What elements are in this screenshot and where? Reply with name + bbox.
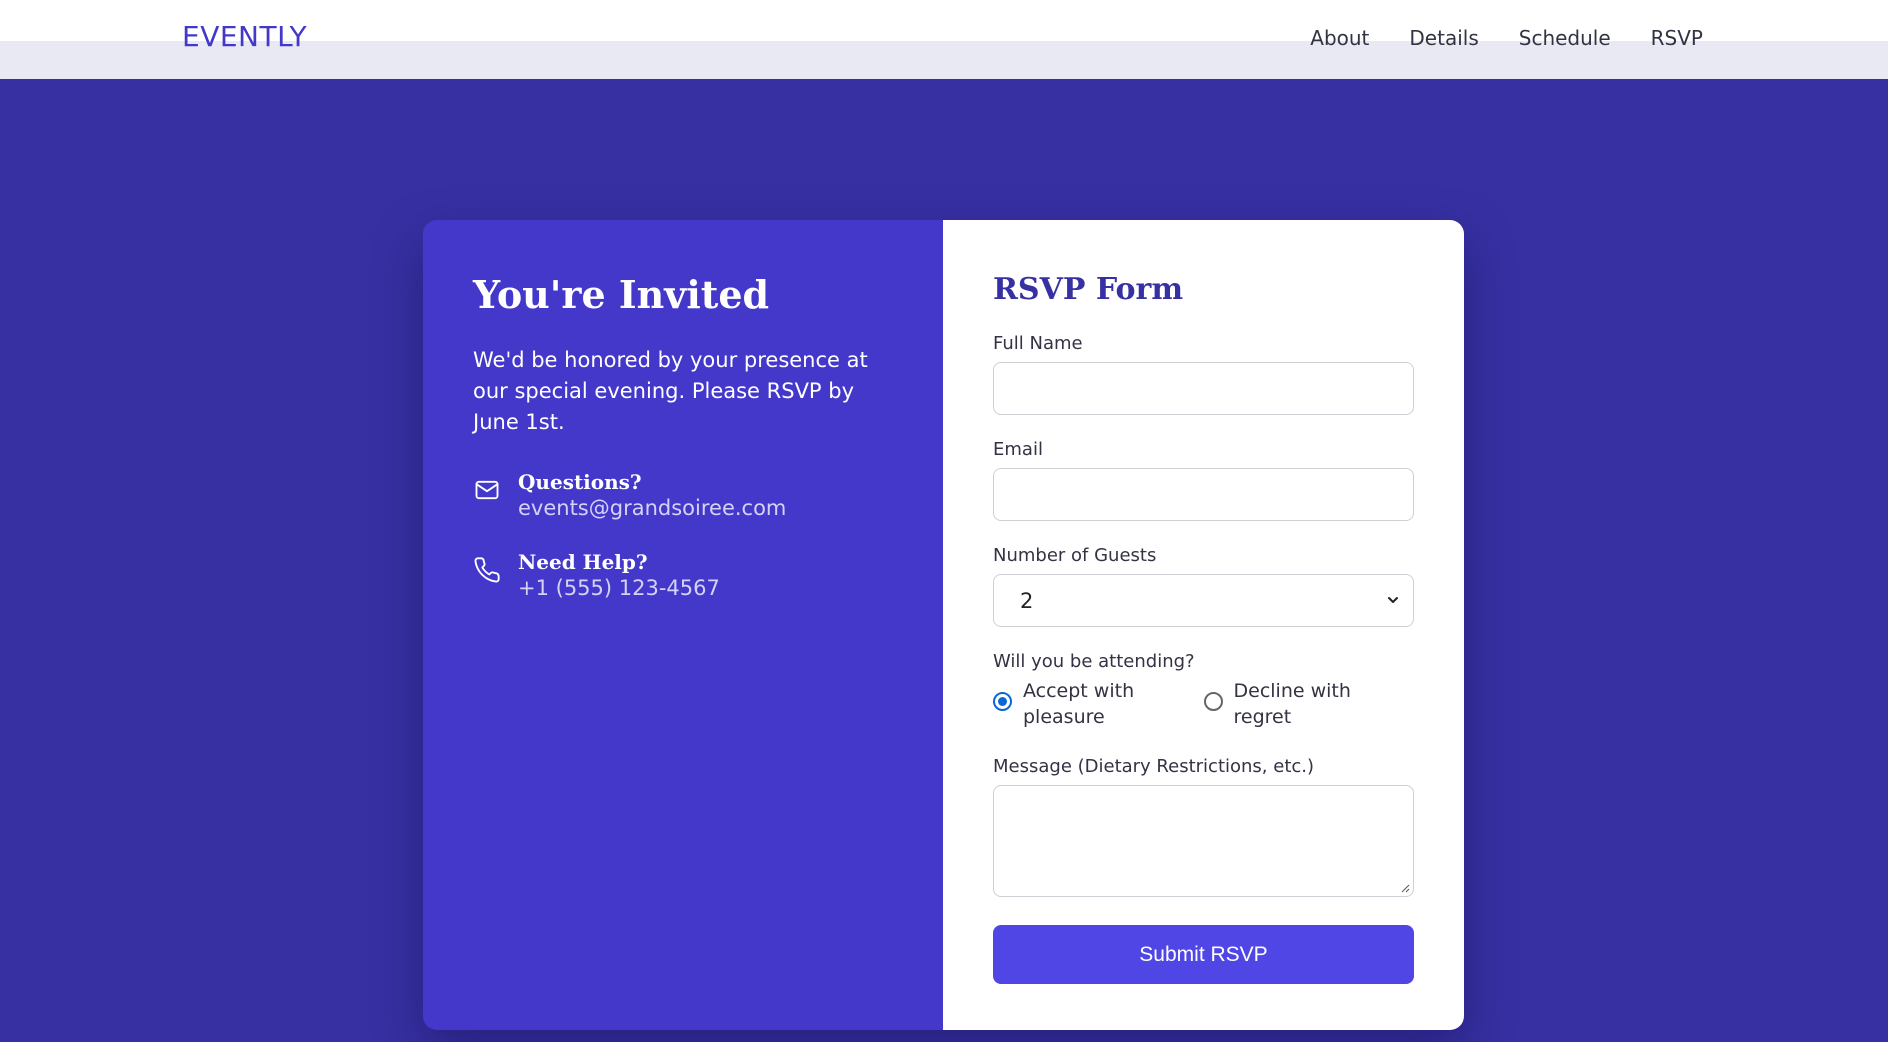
contact-email[interactable]: events@grandsoiree.com <box>518 496 786 520</box>
radio-decline[interactable]: Decline with regret <box>1203 678 1415 730</box>
invite-title: You're Invited <box>473 272 770 317</box>
submit-rsvp-button[interactable]: Submit RSVP <box>993 925 1414 984</box>
attending-radio-group: Accept with pleasure Decline with regret <box>993 678 1414 730</box>
phone-icon <box>474 557 500 583</box>
attending-label: Will you be attending? <box>993 651 1195 672</box>
main-section: You're Invited We'd be honored by your p… <box>0 79 1888 1042</box>
header-bar: EVENTLY About Details Schedule RSVP <box>0 0 1888 79</box>
contact-questions: Questions? events@grandsoiree.com <box>473 470 893 520</box>
contact-help-title: Need Help? <box>518 550 648 574</box>
invite-panel: You're Invited We'd be honored by your p… <box>423 220 943 1030</box>
logo[interactable]: EVENTLY <box>182 20 307 53</box>
radio-accept[interactable]: Accept with pleasure <box>993 678 1204 730</box>
main-nav: About Details Schedule RSVP <box>1310 26 1703 50</box>
mail-icon <box>475 480 499 500</box>
radio-decline-button[interactable] <box>1203 692 1223 711</box>
guests-select[interactable]: 2 <box>993 574 1414 627</box>
message-label: Message (Dietary Restrictions, etc.) <box>993 756 1315 777</box>
rsvp-card: You're Invited We'd be honored by your p… <box>423 220 1464 1030</box>
email-label: Email <box>993 439 1043 460</box>
guests-label: Number of Guests <box>993 545 1157 566</box>
nav-details[interactable]: Details <box>1409 26 1478 50</box>
radio-accept-button[interactable] <box>993 692 1012 711</box>
nav-schedule[interactable]: Schedule <box>1519 26 1611 50</box>
contact-phone[interactable]: +1 (555) 123-4567 <box>518 576 720 600</box>
message-textarea[interactable] <box>993 785 1414 897</box>
nav-about[interactable]: About <box>1310 26 1369 50</box>
full-name-input[interactable] <box>993 362 1414 415</box>
contact-questions-title: Questions? <box>518 470 642 494</box>
invite-intro: We'd be honored by your presence at our … <box>473 348 868 434</box>
radio-accept-label[interactable]: Accept with pleasure <box>1023 678 1173 730</box>
email-input[interactable] <box>993 468 1414 521</box>
resize-grip-icon[interactable] <box>1400 883 1410 893</box>
rsvp-form-panel: RSVP Form Full Name Email Number of Gues… <box>943 220 1464 1030</box>
nav-rsvp[interactable]: RSVP <box>1651 26 1703 50</box>
chevron-down-icon <box>1388 597 1398 603</box>
radio-decline-label[interactable]: Decline with regret <box>1234 678 1384 730</box>
form-title: RSVP Form <box>993 272 1184 307</box>
full-name-label: Full Name <box>993 333 1083 354</box>
guests-selected-value: 2 <box>1020 588 1034 613</box>
contact-help: Need Help? +1 (555) 123-4567 <box>473 550 893 600</box>
